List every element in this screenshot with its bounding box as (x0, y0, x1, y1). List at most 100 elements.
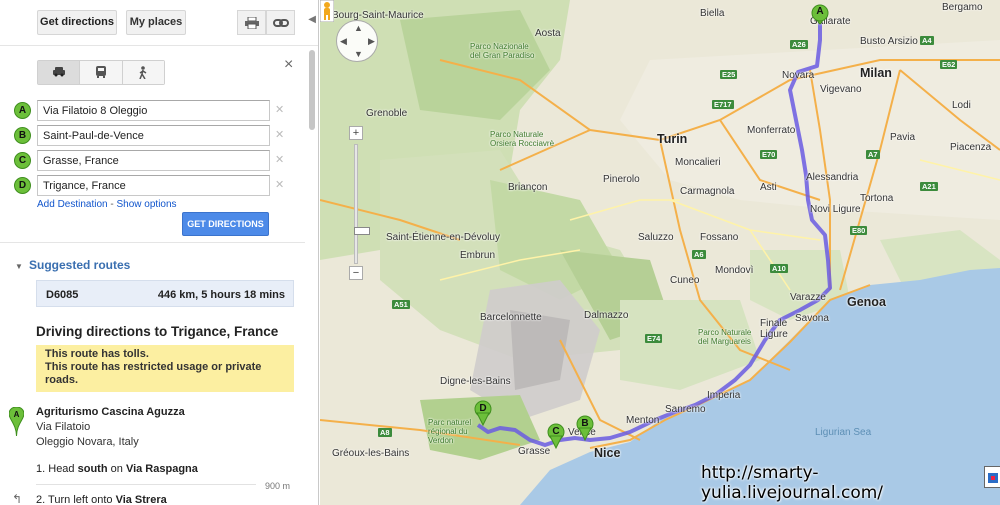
pan-left-icon[interactable]: ◀ (340, 36, 347, 47)
map-label: Parco Naturale del Marguareis (698, 328, 752, 346)
suggested-routes-header[interactable]: ▼ Suggested routes (15, 258, 130, 272)
map-label: Embrun (460, 250, 496, 261)
car-mode-button[interactable] (38, 61, 81, 84)
step-text: onto (91, 494, 113, 505)
map-label: Parc naturel régional du Verdon (428, 418, 472, 445)
road-shield: A51 (392, 300, 410, 309)
svg-text:A: A (14, 410, 20, 419)
pin-c-label[interactable]: C (548, 426, 564, 437)
zoom-slider[interactable] (354, 144, 370, 264)
suggested-route-item[interactable]: D6085 446 km, 5 hours 18 mins (36, 280, 294, 307)
corner-logo-icon (984, 466, 1000, 488)
map-label: Parco Naturale Orsiera Rocciavrè (490, 130, 555, 148)
road-shield: A4 (920, 36, 934, 45)
road-shield: A6 (692, 250, 706, 259)
print-button[interactable] (237, 10, 266, 35)
marker-d-icon: D (14, 177, 31, 194)
map-label: Turin (657, 132, 688, 146)
scroll-thumb[interactable] (309, 50, 315, 130)
pin-b-label[interactable]: B (577, 418, 593, 429)
route-warning: This route has tolls. This route has res… (36, 345, 294, 392)
step-text: Head (48, 463, 75, 475)
zoom-handle[interactable] (354, 227, 370, 235)
map-label: Novi Ligure (810, 204, 861, 215)
road-shield: A10 (770, 264, 788, 273)
waypoint-d-input[interactable] (37, 175, 270, 196)
route-name: D6085 (46, 289, 79, 301)
pan-right-icon[interactable]: ▶ (368, 36, 375, 47)
map-label: Vigevano (820, 84, 862, 95)
map-label: Mondovì (715, 265, 754, 276)
link-button[interactable] (266, 10, 295, 35)
map-label: Ligurian Sea (815, 427, 872, 438)
map-base (320, 0, 1000, 505)
map-label: Saint-Étienne-en-Dévoluy (386, 232, 500, 243)
map-label: Varazze (790, 292, 826, 303)
step-direction: south (77, 463, 108, 475)
link-icon (272, 19, 289, 27)
remove-c-icon[interactable]: ✕ (275, 153, 284, 166)
map-canvas[interactable]: Bourg-Saint-Maurice Aosta Biella Gallara… (320, 0, 1000, 505)
map-label: Moncalieri (675, 157, 721, 168)
top-toolbar: Get directions My places (0, 0, 318, 46)
map-label: Pinerolo (603, 174, 640, 185)
restricted-warning: This route has restricted usage or priva… (45, 361, 262, 386)
remove-a-icon[interactable]: ✕ (275, 103, 284, 116)
marker-b-icon: B (14, 127, 31, 144)
map-label: Fossano (700, 232, 739, 243)
travel-mode-selector (37, 60, 165, 85)
map-label: Parco Nazionale del Gran Paradiso (470, 42, 535, 60)
map-label: Gréoux-les-Bains (332, 448, 410, 459)
walk-mode-button[interactable] (122, 61, 164, 84)
car-icon (52, 67, 65, 77)
waypoint-b: B ✕ (12, 125, 296, 147)
show-options-link[interactable]: Show options (117, 199, 177, 210)
start-name: Agriturismo Cascina Aguzza (36, 406, 185, 418)
marker-a-icon: A (14, 102, 31, 119)
road-shield: A8 (378, 428, 392, 437)
waypoint-b-input[interactable] (37, 125, 270, 146)
pan-up-icon[interactable]: ▲ (354, 23, 363, 33)
remove-b-icon[interactable]: ✕ (275, 128, 284, 141)
map-label: Pavia (890, 132, 916, 143)
my-places-button[interactable]: My places (126, 10, 186, 35)
pan-down-icon[interactable]: ▼ (354, 49, 363, 59)
add-destination-link[interactable]: Add Destination (37, 199, 108, 210)
direction-step-2[interactable]: 2. Turn left onto Via Strera (36, 494, 167, 505)
map-label: Sanremo (665, 404, 706, 415)
step-distance: 900 m (265, 481, 291, 491)
step-text: Turn (48, 494, 71, 505)
map-label: Imperia (707, 390, 741, 401)
turn-left-icon: ↰ (12, 492, 23, 505)
step-divider (36, 484, 256, 485)
transit-icon (95, 66, 106, 78)
pin-d-label[interactable]: D (475, 403, 491, 414)
map-label: Grenoble (366, 108, 408, 119)
zoom-out-icon[interactable]: − (349, 266, 363, 280)
pegman-icon[interactable] (320, 0, 334, 22)
map-label: Savona (795, 313, 829, 324)
step-number: 2. (36, 494, 46, 505)
panel-scrollbar[interactable] (307, 46, 317, 505)
route-options-links: Add Destination - Show options (37, 199, 177, 210)
direction-step-1[interactable]: 1. Head south on Via Raspagna (36, 463, 198, 475)
map-label: Novara (782, 70, 815, 81)
map-label: Aosta (535, 28, 561, 39)
pin-a-label[interactable]: A (812, 6, 828, 17)
collapse-panel-icon[interactable]: ◀ (308, 14, 316, 25)
pan-control[interactable]: ▲ ▼ ◀ ▶ (336, 20, 378, 62)
waypoint-c-input[interactable] (37, 150, 270, 171)
get-directions-button[interactable]: Get directions (37, 10, 117, 35)
watermark-text: http://smarty-yulia.livejournal.com/ (701, 463, 884, 503)
step-road: Via Strera (115, 494, 167, 505)
zoom-in-icon[interactable]: + (349, 126, 363, 140)
map-label: Asti (760, 182, 777, 193)
get-directions-submit-button[interactable]: GET DIRECTIONS (182, 212, 269, 236)
map-label: Cuneo (670, 275, 700, 286)
transit-mode-button[interactable] (80, 61, 123, 84)
waypoint-a-input[interactable] (37, 100, 270, 121)
close-icon[interactable]: × (284, 56, 293, 74)
map-label: Bergamo (942, 2, 983, 13)
route-distance-time: 446 km, 5 hours 18 mins (157, 289, 285, 301)
remove-d-icon[interactable]: ✕ (275, 178, 284, 191)
